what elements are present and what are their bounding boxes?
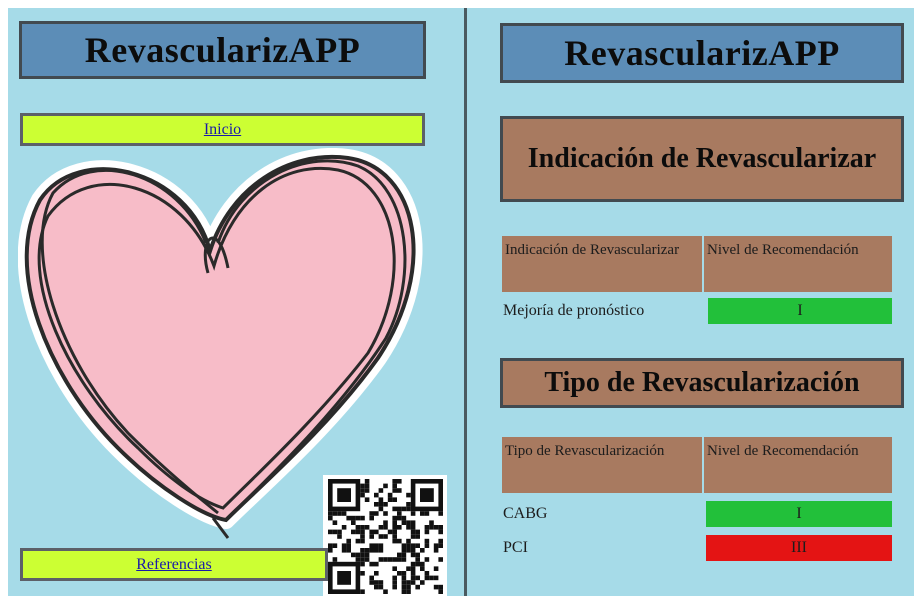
- qr-code-icon: [323, 475, 447, 597]
- referencias-link[interactable]: Referencias: [136, 556, 212, 574]
- tipo-row-cabg-level-badge: I: [706, 501, 892, 527]
- tipo-row-pci-label: PCI: [503, 539, 528, 556]
- indicacion-row-level-badge: I: [708, 298, 892, 324]
- indicacion-header-2: Nivel de Recomendación: [704, 236, 892, 292]
- indicacion-row-label: Mejoría de pronóstico: [503, 302, 645, 319]
- inicio-link[interactable]: Inicio: [204, 121, 241, 139]
- tipo-row-pci-level-badge: III: [706, 535, 892, 561]
- left-app-title: RevascularizAPP: [19, 21, 426, 79]
- referencias-button[interactable]: Referencias: [20, 548, 328, 581]
- indicacion-section-title: Indicación de Revascularizar: [500, 116, 904, 202]
- tipo-section-title: Tipo de Revascularización: [500, 358, 904, 408]
- tipo-header-2: Nivel de Recomendación: [704, 437, 892, 493]
- right-app-title: RevascularizAPP: [500, 23, 904, 83]
- tipo-row-cabg-label: CABG: [503, 505, 548, 522]
- indicacion-header-1: Indicación de Revascularizar: [502, 236, 702, 292]
- panel-divider: [461, 8, 470, 596]
- tipo-header-1: Tipo de Revascularización: [502, 437, 702, 493]
- inicio-button[interactable]: Inicio: [20, 113, 425, 146]
